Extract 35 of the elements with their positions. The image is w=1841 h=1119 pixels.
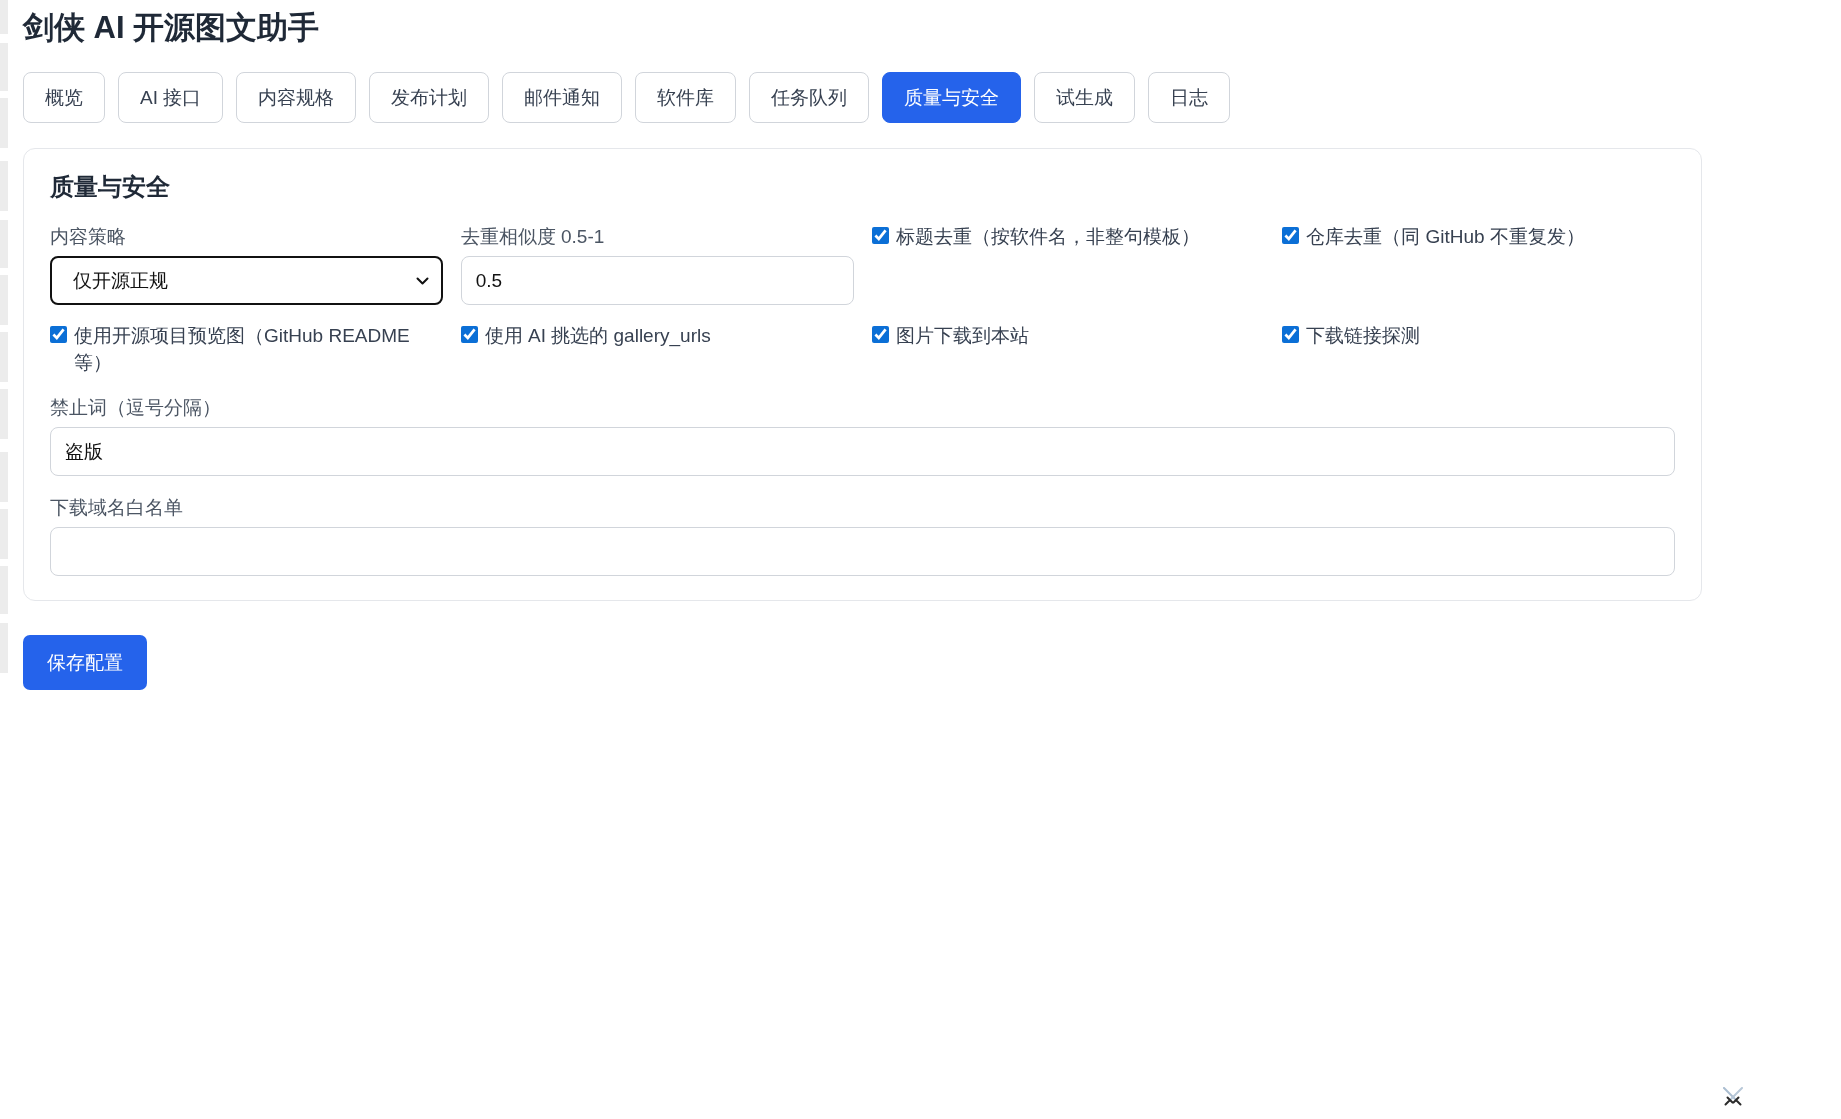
tab[interactable]: 概览 xyxy=(23,72,105,123)
tab[interactable]: 日志 xyxy=(1148,72,1231,123)
tab[interactable]: 发布计划 xyxy=(369,72,490,123)
checkbox[interactable] xyxy=(871,227,889,244)
checkbox[interactable] xyxy=(1282,227,1300,244)
field-label: 去重相似度 0.5-1 xyxy=(460,225,605,249)
app-title: 剑侠 AI 开源图文助手 xyxy=(23,9,321,47)
checkbox-label: 使用 AI 挑选的 gallery_urls xyxy=(484,324,711,349)
checkbox-label: 使用开源项目预览图（GitHub README 等） xyxy=(74,324,411,375)
tab[interactable]: 软件库 xyxy=(635,72,737,123)
tab[interactable]: 邮件通知 xyxy=(502,72,623,123)
select-field[interactable]: 仅开源正规 xyxy=(50,256,443,305)
save-button[interactable]: 保存配置 xyxy=(23,635,147,690)
checkbox-label: 下载链接探测 xyxy=(1306,324,1421,348)
tab[interactable]: 试生成 xyxy=(1034,72,1136,123)
field-label: 内容策略 xyxy=(50,225,126,249)
field-label: 禁止词（逗号分隔） xyxy=(50,396,221,420)
checkbox[interactable] xyxy=(50,326,67,343)
text-field[interactable] xyxy=(50,527,1675,576)
tab[interactable]: 任务队列 xyxy=(749,72,870,123)
crossed-swords-icon xyxy=(1722,1087,1744,1107)
checkbox-label: 标题去重（按软件名，非整句模板） xyxy=(895,225,1200,249)
field-label: 下载域名白名单 xyxy=(50,496,183,520)
text-field[interactable]: 盗版 xyxy=(50,427,1675,476)
tab[interactable]: AI 接口 xyxy=(118,72,224,123)
panel-heading: 质量与安全 xyxy=(50,172,171,202)
tab[interactable]: 内容规格 xyxy=(236,72,357,123)
checkbox[interactable] xyxy=(871,326,889,343)
checkbox-label: 图片下载到本站 xyxy=(895,324,1029,348)
chevron-down-icon xyxy=(415,276,429,285)
tab[interactable]: 质量与安全 xyxy=(882,72,1022,123)
checkbox[interactable] xyxy=(460,326,478,343)
checkbox[interactable] xyxy=(1282,326,1300,343)
text-field[interactable]: 0.5 xyxy=(460,256,854,305)
checkbox-label: 仓库去重（同 GitHub 不重复发） xyxy=(1306,225,1585,249)
